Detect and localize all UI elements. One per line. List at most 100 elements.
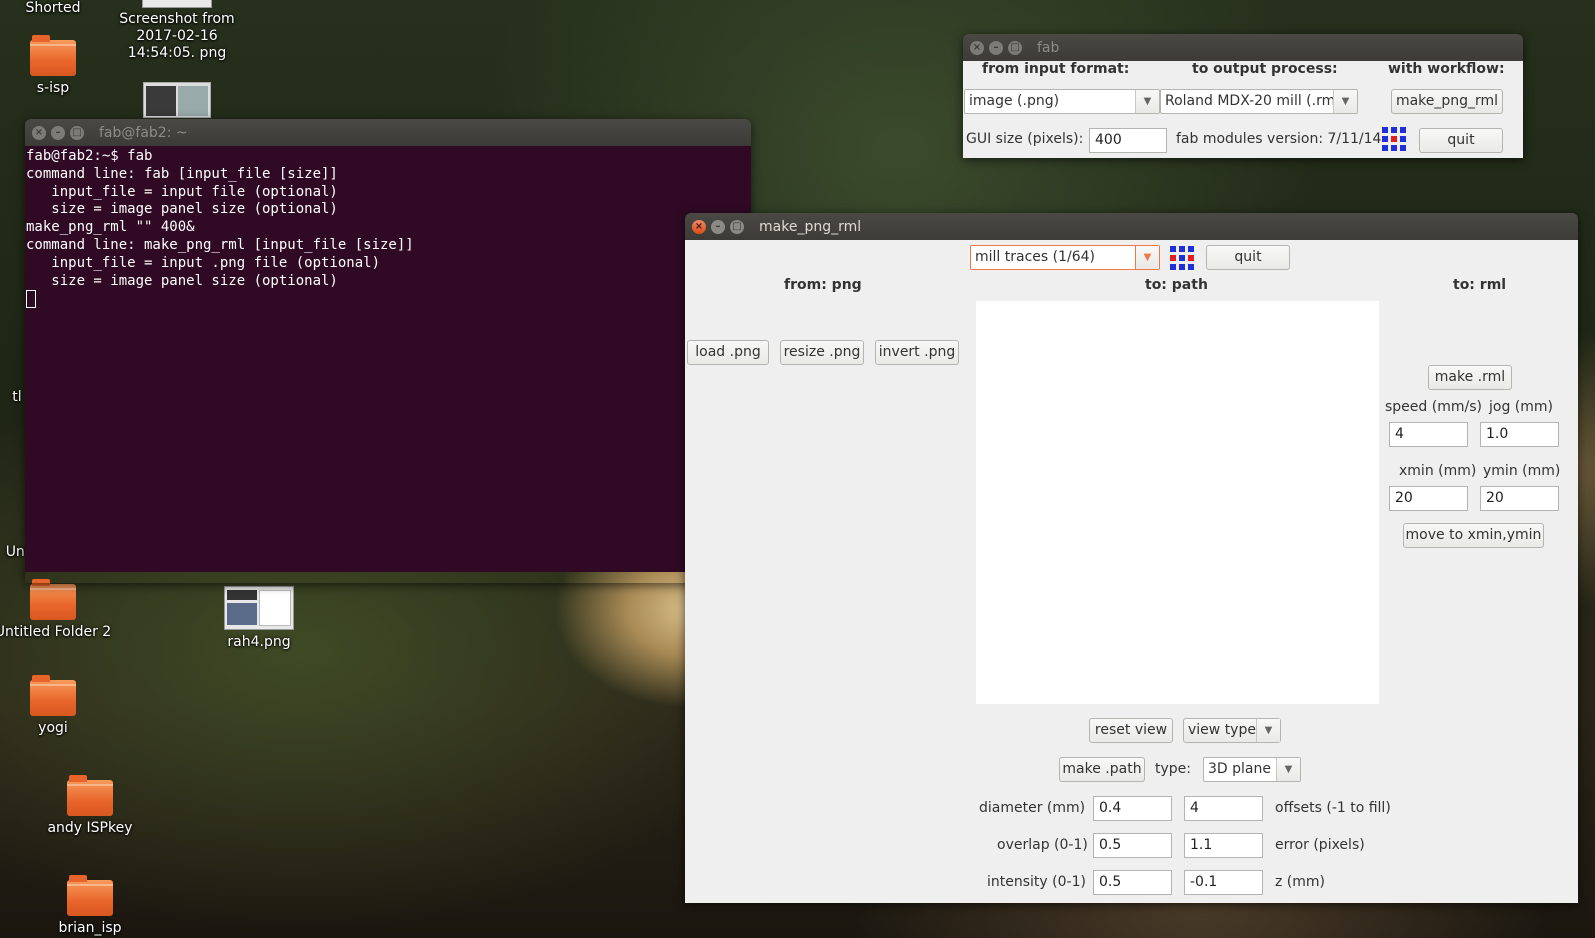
terminal-line: fab@fab2:~$ fab	[26, 148, 153, 164]
resize-png-button[interactable]: resize .png	[780, 340, 864, 365]
terminal-line: input_file = input file (optional)	[26, 183, 338, 200]
image-thumbnail-icon	[146, 86, 176, 116]
terminal-line: make_png_rml "" 400&	[26, 219, 195, 236]
desktop-icon-yogi[interactable]: yogi	[0, 675, 118, 737]
desktop-icon-label: Untitled Folder 2	[0, 624, 112, 640]
desktop-icon-shorted[interactable]: Shorted	[0, 0, 118, 17]
chevron-down-icon[interactable]: ▼	[1333, 90, 1357, 113]
view-type-value: view type	[1188, 722, 1256, 738]
path-type-value: 3D plane	[1208, 761, 1271, 777]
overlap-label: overlap (0-1)	[997, 837, 1088, 853]
workflow-header: with workflow:	[1388, 61, 1505, 77]
desktop-icon-label: yogi	[38, 720, 68, 736]
gui-size-label: GUI size (pixels):	[966, 131, 1084, 147]
desktop-icon-label: andy ISPkey	[47, 820, 133, 836]
xmin-label: xmin (mm)	[1399, 463, 1477, 479]
offsets-label: offsets (-1 to fill)	[1275, 800, 1391, 816]
error-label: error (pixels)	[1275, 837, 1365, 853]
close-icon[interactable]: ×	[32, 125, 46, 140]
input-format-header: from input format:	[982, 61, 1130, 77]
minimize-icon[interactable]: –	[51, 125, 65, 140]
load-png-button[interactable]: load .png	[687, 340, 769, 365]
minimize-icon[interactable]: –	[711, 219, 725, 234]
overlap-field[interactable]: 0.5	[1093, 833, 1172, 858]
make-png-rml-window[interactable]: × – □ make_png_rml mill traces (1/64) ▼ …	[685, 213, 1578, 903]
gui-size-field[interactable]: 400	[1089, 128, 1167, 153]
desktop-icon-label: tl	[12, 389, 22, 405]
terminal-window[interactable]: × – □ fab@fab2: ~ fab@fab2:~$ fab command…	[25, 119, 751, 583]
jog-field[interactable]: 1.0	[1480, 422, 1559, 447]
input-format-value: image (.png)	[969, 93, 1060, 109]
invert-png-button[interactable]: invert .png	[875, 340, 959, 365]
view-type-select[interactable]: view type ▼	[1183, 718, 1281, 743]
chevron-down-icon[interactable]: ▼	[1135, 246, 1159, 269]
maximize-icon[interactable]: □	[730, 219, 744, 234]
diameter-field[interactable]: 0.4	[1093, 796, 1172, 821]
version-label: fab modules version: 7/11/14	[1176, 131, 1382, 147]
intensity-field[interactable]: 0.5	[1093, 870, 1172, 895]
chevron-down-icon[interactable]: ▼	[1135, 90, 1159, 113]
output-process-select[interactable]: Roland MDX-20 mill (.rml) ▼	[1160, 89, 1358, 114]
speed-label: speed (mm/s)	[1385, 399, 1482, 415]
fab-logo-icon	[1170, 246, 1194, 270]
workflow-button[interactable]: make_png_rml	[1391, 89, 1503, 114]
close-icon[interactable]: ×	[970, 40, 984, 55]
terminal-line: command line: fab [input_file [size]]	[26, 165, 338, 182]
terminal-line: command line: make_png_rml [input_file […	[26, 236, 414, 253]
to-path-header: to: path	[1145, 277, 1208, 293]
path-type-select[interactable]: 3D plane ▼	[1203, 757, 1301, 782]
fab-titlebar[interactable]: × – □ fab	[963, 34, 1523, 61]
fab-window[interactable]: × – □ fab from input format: to output p…	[963, 34, 1523, 158]
type-label: type:	[1155, 761, 1191, 777]
desktop-icon-untitled-folder-2[interactable]: Untitled Folder 2	[0, 579, 118, 641]
minimize-icon[interactable]: –	[989, 40, 1003, 55]
make-rml-button[interactable]: make .rml	[1428, 365, 1512, 390]
make-path-button[interactable]: make .path	[1059, 757, 1145, 782]
maximize-icon[interactable]: □	[1008, 40, 1022, 55]
z-label: z (mm)	[1275, 874, 1325, 890]
path-canvas[interactable]	[976, 301, 1379, 704]
fab-body: from input format: to output process: wi…	[963, 61, 1523, 158]
process-select[interactable]: mill traces (1/64) ▼	[970, 245, 1160, 270]
window-title: fab@fab2: ~	[99, 124, 188, 141]
make-png-rml-titlebar[interactable]: × – □ make_png_rml	[685, 213, 1578, 240]
ymin-field[interactable]: 20	[1480, 486, 1559, 511]
intensity-label: intensity (0-1)	[987, 874, 1086, 890]
desktop-icon-label: Shorted	[25, 0, 81, 16]
output-process-value: Roland MDX-20 mill (.rml)	[1165, 93, 1345, 109]
error-field[interactable]: 1.1	[1184, 833, 1263, 858]
terminal-output[interactable]: fab@fab2:~$ fab command line: fab [input_…	[25, 146, 751, 572]
desktop-icon-screenshot[interactable]: Screenshot from 2017-02-16 14:54:05. png	[112, 0, 242, 62]
quit-button[interactable]: quit	[1419, 128, 1503, 153]
xmin-field[interactable]: 20	[1389, 486, 1468, 511]
desktop-icon-brian-isp[interactable]: brian_isp	[25, 875, 155, 937]
window-title: fab	[1037, 39, 1060, 56]
reset-view-button[interactable]: reset view	[1089, 718, 1173, 743]
fab-logo-icon	[1382, 127, 1406, 151]
move-to-xmin-ymin-button[interactable]: move to xmin,ymin	[1403, 523, 1544, 548]
terminal-line: input_file = input .png file (optional)	[26, 254, 381, 271]
speed-field[interactable]: 4	[1389, 422, 1468, 447]
chevron-down-icon[interactable]: ▼	[1276, 758, 1300, 781]
input-format-select[interactable]: image (.png) ▼	[964, 89, 1160, 114]
terminal-titlebar[interactable]: × – □ fab@fab2: ~	[25, 119, 751, 146]
chevron-down-icon[interactable]: ▼	[1256, 719, 1280, 742]
folder-icon	[30, 675, 76, 716]
thumbnail-detail	[178, 86, 208, 116]
desktop-icon-label: Screenshot from 2017-02-16 14:54:05. png	[119, 11, 235, 61]
window-title: make_png_rml	[759, 218, 862, 235]
desktop-icon-label: s-isp	[36, 80, 70, 96]
folder-icon	[30, 579, 76, 620]
close-icon[interactable]: ×	[692, 219, 706, 234]
jog-label: jog (mm)	[1489, 399, 1553, 415]
quit-button[interactable]: quit	[1206, 245, 1290, 270]
desktop-icon-rah4[interactable]: rah4.png	[194, 586, 324, 651]
desktop-icon-s-isp[interactable]: s-isp	[0, 35, 118, 97]
maximize-icon[interactable]: □	[70, 125, 84, 140]
z-field[interactable]: -0.1	[1184, 870, 1263, 895]
terminal-cursor	[26, 290, 36, 309]
desktop-thumbnail-partial[interactable]	[143, 82, 211, 118]
offsets-field[interactable]: 4	[1184, 796, 1263, 821]
desktop-icon-andy-ispkey[interactable]: andy ISPkey	[25, 775, 155, 837]
image-thumbnail-icon	[142, 0, 212, 8]
